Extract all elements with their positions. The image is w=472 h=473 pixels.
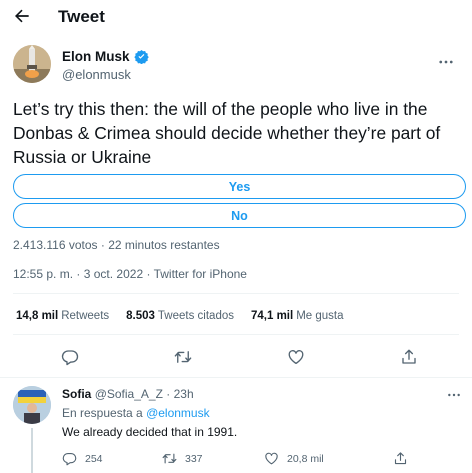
likes-label: Me gusta xyxy=(296,310,344,322)
reply-button[interactable] xyxy=(61,348,79,366)
author-name-row: Elon Musk xyxy=(62,49,149,64)
reply-retweets-count: 337 xyxy=(185,452,203,465)
retweet-icon xyxy=(174,351,192,363)
separator-dot: · xyxy=(100,238,105,252)
more-options-icon[interactable] xyxy=(437,53,455,71)
retweets-label: Retweets xyxy=(61,310,110,322)
replying-to: En respuesta a @elonmusk xyxy=(62,406,210,420)
reply-author-name[interactable]: Sofia xyxy=(62,387,91,401)
reply-tweet[interactable]: Sofia @Sofia_A_Z · 23h En respuesta a @e… xyxy=(0,378,472,473)
reply-likes-count: 20,8 mil xyxy=(287,452,324,465)
replying-to-prefix: En respuesta a xyxy=(62,406,143,420)
reply-text: We already decided that in 1991. xyxy=(62,425,238,439)
like-button[interactable] xyxy=(287,348,305,366)
reply-reply-button[interactable]: 254 xyxy=(62,451,103,466)
quote-tweets-label: Tweets citados xyxy=(157,310,234,322)
tweet-timestamp: 12:55 p. m. · 3 oct. 2022 · Twitter for … xyxy=(13,267,247,281)
poll-option-no[interactable]: No xyxy=(13,203,466,228)
poll-option-yes[interactable]: Yes xyxy=(13,174,466,199)
tweet-stats: 14,8 mil Retweets 8.503 Tweets citados 74,… xyxy=(16,310,361,322)
tweet-text: Let’s try this then: the will of the peo… xyxy=(13,99,441,167)
tweet-date[interactable]: 3 oct. 2022 xyxy=(84,267,143,281)
reply-share-button[interactable] xyxy=(393,451,408,466)
retweet-button[interactable] xyxy=(174,348,192,366)
top-bar: Tweet xyxy=(0,0,472,34)
separator-dot: · xyxy=(146,267,151,281)
tweet-author: Elon Musk @elonmusk xyxy=(13,45,453,85)
retweets-stat[interactable]: 14,8 mil Retweets xyxy=(16,310,109,322)
arrow-left-icon[interactable] xyxy=(12,6,32,26)
reply-time[interactable]: 23h xyxy=(174,387,194,401)
reply-like-button[interactable]: 20,8 mil xyxy=(264,451,324,466)
reply-replies-count: 254 xyxy=(85,452,103,465)
reply-icon xyxy=(61,350,79,366)
poll-votes: 2.413.116 votos xyxy=(13,238,98,252)
author-handle: @elonmusk xyxy=(62,67,131,82)
page-title: Tweet xyxy=(58,7,105,26)
thread-line xyxy=(31,428,33,473)
separator-dot: · xyxy=(166,387,171,401)
quote-tweets-stat[interactable]: 8.503 Tweets citados xyxy=(126,310,234,322)
retweets-count: 14,8 mil xyxy=(16,310,59,322)
reply-retweet-button[interactable]: 337 xyxy=(162,451,203,466)
poll-meta: 2.413.116 votos · 22 minutos restantes xyxy=(13,238,220,252)
rocket-photo-icon xyxy=(13,45,51,83)
share-icon xyxy=(394,452,407,465)
poll-time-left: 22 minutos restantes xyxy=(108,238,220,252)
likes-count: 74,1 mil xyxy=(251,310,294,322)
reply-icon xyxy=(62,452,77,466)
more-options-icon[interactable] xyxy=(446,387,462,403)
reply-header: Sofia @Sofia_A_Z · 23h xyxy=(62,387,194,401)
quote-tweets-count: 8.503 xyxy=(126,310,155,322)
like-icon xyxy=(288,350,304,365)
replying-to-link[interactable]: @elonmusk xyxy=(146,406,210,420)
author-name[interactable]: Elon Musk xyxy=(62,49,130,64)
tweet-source[interactable]: Twitter for iPhone xyxy=(154,267,247,281)
likes-stat[interactable]: 74,1 mil Me gusta xyxy=(251,310,344,322)
share-icon xyxy=(402,349,416,364)
person-flag-photo-icon xyxy=(13,386,51,424)
divider xyxy=(13,334,459,335)
share-button[interactable] xyxy=(400,348,418,366)
tweet-time[interactable]: 12:55 p. m. xyxy=(13,267,73,281)
retweet-icon xyxy=(162,453,177,464)
separator-dot: · xyxy=(76,267,81,281)
verified-badge-icon xyxy=(133,49,149,64)
avatar[interactable] xyxy=(13,386,51,424)
reply-author-handle[interactable]: @Sofia_A_Z xyxy=(95,387,163,401)
divider xyxy=(13,293,459,294)
like-icon xyxy=(265,452,278,465)
avatar[interactable] xyxy=(13,45,51,83)
